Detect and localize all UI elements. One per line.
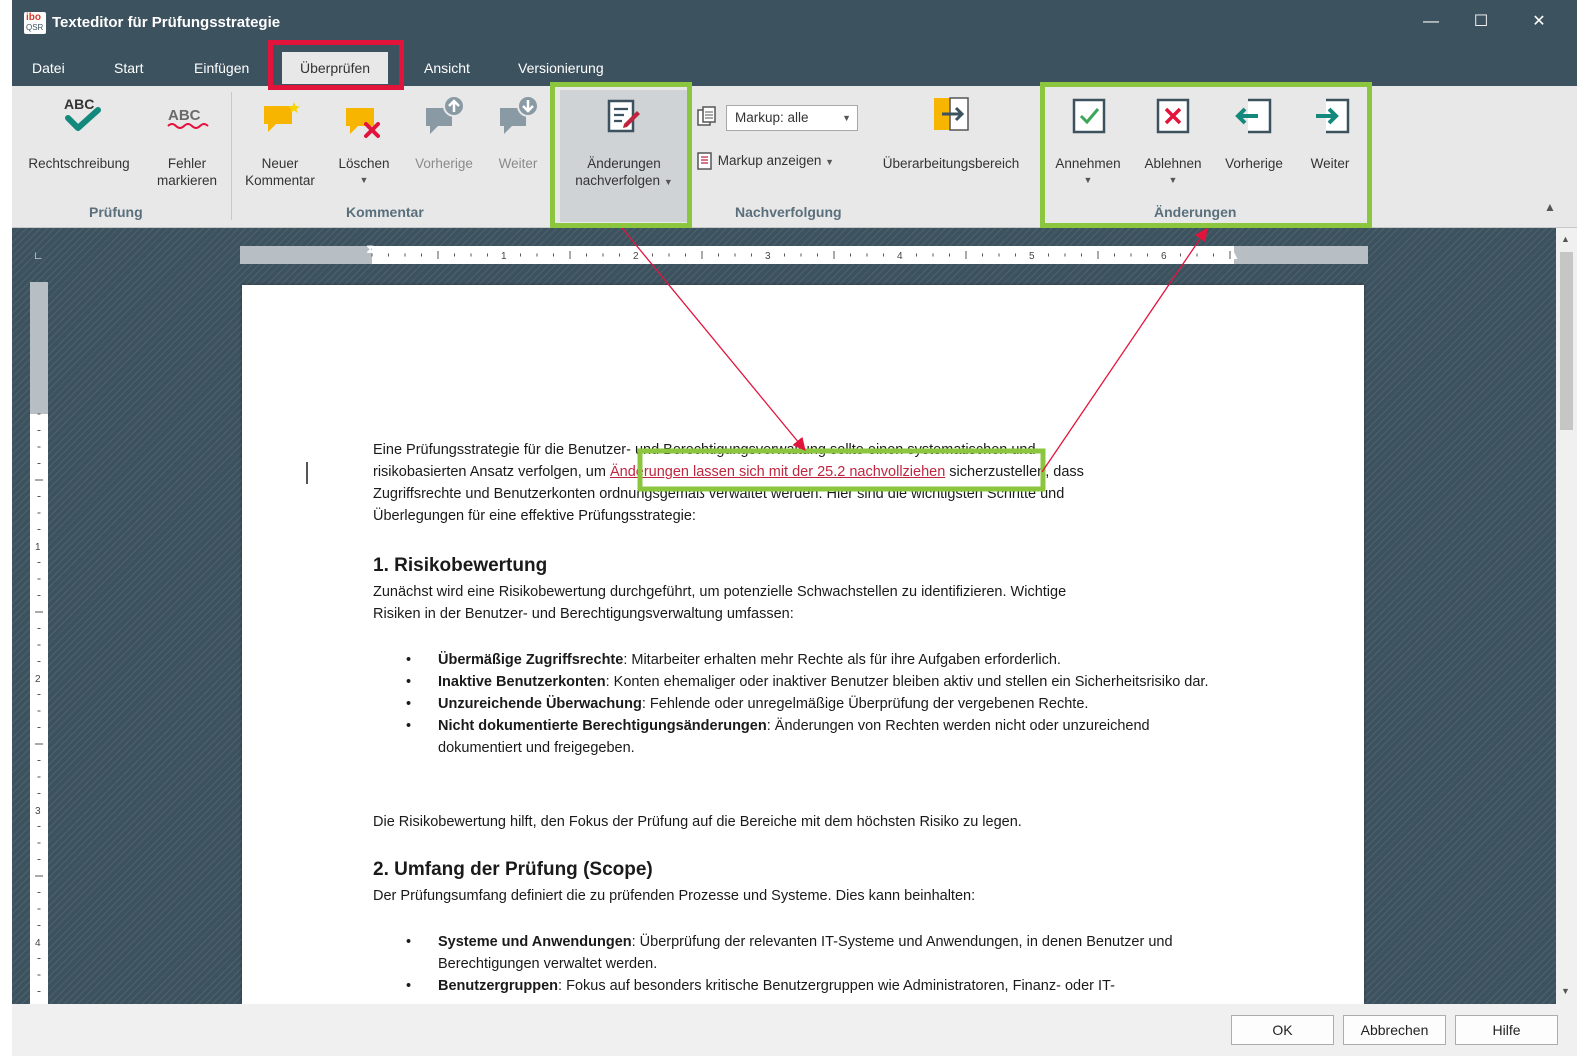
chevron-down-icon: ▼ (359, 175, 369, 185)
ruler-label: 2 (35, 674, 41, 685)
list-item[interactable]: • Inaktive Benutzerkonten: Konten ehemali… (373, 671, 1233, 693)
maximize-button[interactable]: ☐ (1461, 8, 1501, 36)
svg-text:ABC: ABC (168, 107, 201, 124)
group-label-nachverfolgung: Nachverfolgung (735, 204, 842, 220)
scope-bullet-list[interactable]: • Systeme und Anwendungen: Überprüfung de… (373, 931, 1233, 997)
tab-versionierung[interactable]: Versionierung (518, 56, 604, 80)
scroll-up-icon[interactable]: ▲ (1561, 234, 1570, 244)
minimize-button[interactable]: — (1411, 8, 1451, 36)
previous-comment-icon (426, 95, 465, 134)
new-comment-button[interactable]: Neuer Kommentar (240, 94, 320, 189)
risk-summary[interactable]: Die Risikobewertung hilft, den Fokus der… (373, 811, 1233, 833)
next-comment-button[interactable]: Weiter (488, 94, 548, 172)
review-pane-icon (934, 97, 969, 131)
markup-copy-icon (697, 106, 716, 126)
document-page[interactable]: Eine Prüfungsstrategie für die Benutzer-… (242, 285, 1364, 1004)
highlight-active-tab (268, 40, 404, 90)
cancel-button[interactable]: Abbrechen (1343, 1015, 1446, 1045)
window-title: Texteditor für Prüfungsstrategie (52, 14, 281, 31)
ruler-label: 5 (1029, 251, 1035, 262)
ruler-label: 4 (35, 938, 41, 949)
ruler-label: 6 (1161, 251, 1167, 262)
vertical-scrollbar[interactable]: ▲ ▼ (1556, 228, 1577, 1004)
scope-paragraph[interactable]: Der Prüfungsumfang definiert die zu prüf… (373, 885, 1233, 907)
group-label-kommentar: Kommentar (346, 204, 424, 220)
svg-text:ABC: ABC (64, 96, 94, 112)
tracked-change-insertion[interactable]: Änderungen lassen sich mit der 25.2 nach… (610, 464, 945, 480)
ribbon: ABC Rechtschreibung ABC Fehler markieren… (12, 82, 1577, 228)
risk-paragraph[interactable]: Zunächst wird eine Risikobewertung durch… (373, 581, 1233, 625)
ruler-label: 3 (35, 806, 41, 817)
group-label-pruefung: Prüfung (89, 204, 143, 220)
scrollbar-thumb[interactable] (1560, 252, 1573, 430)
indent-marker-icon[interactable]: ⧗ (366, 242, 374, 257)
ruler-label: 4 (897, 251, 903, 262)
show-markup-button[interactable]: Markup anzeigen ▼ (696, 152, 856, 171)
ruler-label: 1 (35, 542, 41, 553)
spelling-button[interactable]: ABC Rechtschreibung (20, 94, 138, 172)
ruler-label: 3 (765, 251, 771, 262)
chevron-down-icon: ▼ (842, 113, 851, 123)
spellcheck-icon: ABC (64, 96, 101, 131)
highlight-track-changes (550, 82, 692, 228)
next-comment-icon (500, 95, 539, 134)
chevron-down-icon: ▼ (825, 157, 835, 167)
review-pane-button[interactable]: Überarbeitungsbereich (870, 94, 1032, 172)
horizontal-ruler[interactable]: 1 2 3 4 5 6 ⧗ ▲ (240, 242, 1368, 264)
new-comment-icon (264, 102, 300, 132)
tab-start[interactable]: Start (114, 56, 144, 80)
group-separator (231, 92, 232, 220)
help-button[interactable]: Hilfe (1455, 1015, 1558, 1045)
right-indent-marker-icon[interactable]: ▲ (1228, 248, 1240, 262)
delete-comment-icon (346, 108, 380, 138)
mark-errors-button[interactable]: ABC Fehler markieren (152, 94, 222, 189)
ruler-ticks: 1 2 3 4 5 6 (371, 251, 1231, 262)
delete-comment-button[interactable]: Löschen ▼ (334, 94, 394, 189)
heading-umfang: 2. Umfang der Prüfung (Scope) (373, 859, 653, 880)
previous-comment-button[interactable]: Vorherige (406, 94, 482, 172)
text-cursor (306, 462, 308, 484)
tab-ansicht[interactable]: Ansicht (424, 56, 470, 80)
markup-select[interactable]: Markup: alle ▼ (726, 105, 858, 131)
scroll-down-icon[interactable]: ▼ (1561, 986, 1570, 996)
intro-paragraph[interactable]: Eine Prüfungsstrategie für die Benutzer-… (373, 439, 1233, 527)
list-item[interactable]: • Nicht dokumentierte Berechtigungsänderu… (373, 715, 1233, 759)
tab-datei[interactable]: Datei (32, 56, 65, 80)
vertical-ruler[interactable]: 1 2 3 4 (30, 282, 48, 1004)
document-area: ∟ 1 2 3 4 5 6 ⧗ ▲ 1 2 3 4 Eine Prüfungsstrategie… (12, 228, 1577, 1004)
title-bar: ibo QSR Texteditor für Prüfungsstrategie… (12, 0, 1577, 44)
list-item[interactable]: • Übermäßige Zugriffsrechte: Mitarbeiter … (373, 649, 1233, 671)
ok-button[interactable]: OK (1231, 1015, 1334, 1045)
ruler-label: 2 (633, 251, 639, 262)
editor-window: ibo QSR Texteditor für Prüfungsstrategie… (12, 0, 1577, 1056)
collapse-ribbon-icon[interactable]: ▲ (1544, 200, 1556, 214)
highlight-changes-group (1040, 82, 1372, 228)
list-item[interactable]: • Unzureichende Überwachung: Fehlende ode… (373, 693, 1233, 715)
list-item[interactable]: • Systeme und Anwendungen: Überprüfung de… (373, 931, 1233, 975)
tab-stop-icon[interactable]: ∟ (33, 250, 44, 262)
ruler-label: 1 (501, 251, 507, 262)
tab-einfuegen[interactable]: Einfügen (194, 56, 249, 80)
mark-errors-icon: ABC (167, 107, 209, 129)
risk-bullet-list[interactable]: • Übermäßige Zugriffsrechte: Mitarbeiter … (373, 649, 1233, 759)
menu-bar: Datei Start Einfügen Überprüfen Ansicht … (12, 44, 1577, 86)
list-item[interactable]: • Benutzergruppen: Fokus auf besonders kr… (373, 975, 1233, 997)
show-markup-icon (697, 152, 712, 171)
close-button[interactable]: ✕ (1519, 8, 1559, 36)
app-logo-icon: ibo QSR (24, 12, 46, 34)
ruler-v-ticks: 1 2 3 4 (35, 413, 43, 992)
heading-risikobewertung: 1. Risikobewertung (373, 555, 548, 576)
